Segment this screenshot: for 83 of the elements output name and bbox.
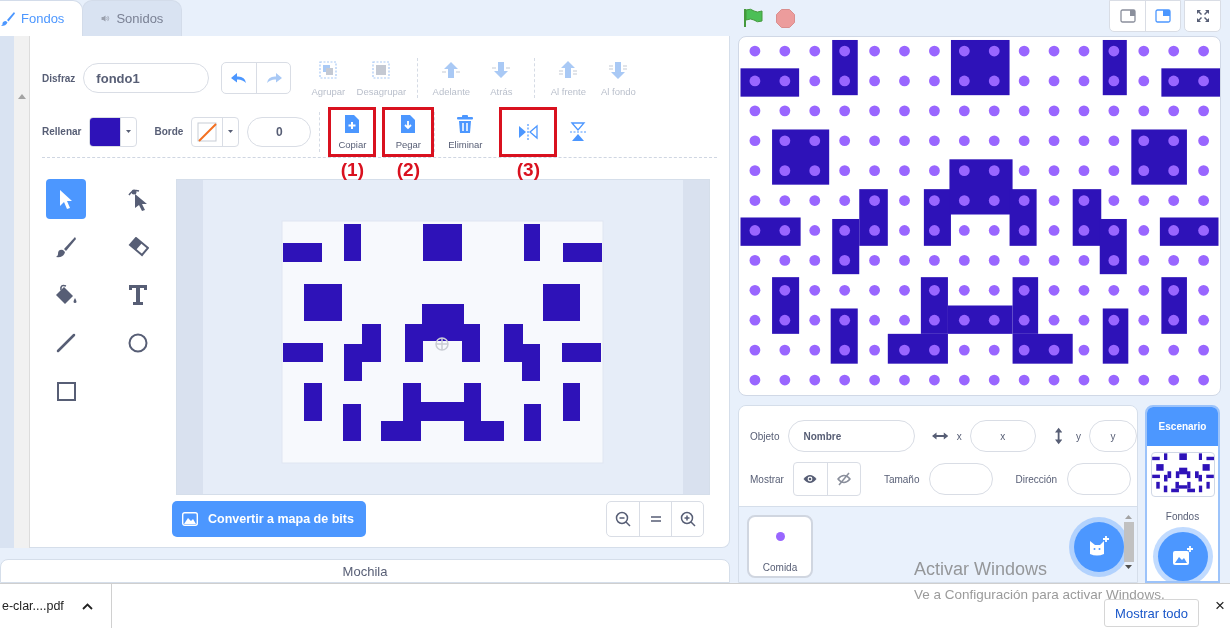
small-stage-icon	[1119, 9, 1136, 23]
crosshair-icon	[435, 337, 449, 351]
fullscreen-icon	[1195, 9, 1210, 23]
show-label: Mostrar	[750, 473, 784, 485]
up-arrow-icon	[557, 59, 580, 81]
no-color-icon	[196, 120, 219, 143]
fill-label: Rellenar	[42, 126, 82, 137]
zoom-in-icon	[679, 511, 696, 527]
maze-drawing	[1151, 453, 1214, 493]
caret-icon	[228, 130, 234, 133]
size-label: Tamaño	[883, 473, 920, 485]
x-field[interactable]: x	[969, 420, 1036, 452]
dot-icon	[775, 532, 785, 541]
text-tool-icon	[128, 284, 148, 306]
redo-icon	[265, 72, 282, 84]
caret-icon	[126, 130, 132, 133]
brush-icon	[55, 236, 77, 258]
eye-icon	[803, 474, 818, 484]
horizontal-arrows-icon	[932, 432, 949, 440]
paste-icon	[399, 113, 418, 134]
image-icon	[182, 512, 198, 526]
show-all-button[interactable]: Mostrar todo	[1104, 599, 1200, 627]
sprite-card[interactable]: Comida	[747, 515, 813, 578]
direction-label: Dirección	[1015, 473, 1058, 485]
fill-color-picker[interactable]	[89, 116, 138, 147]
tool-button[interactable]	[46, 179, 86, 219]
add-backdrop-button[interactable]	[1157, 531, 1208, 581]
outline-color-picker[interactable]	[191, 116, 240, 147]
paint-canvas[interactable]	[176, 179, 710, 495]
equals-icon	[649, 515, 662, 523]
sprite-name-field[interactable]: Nombre	[788, 420, 916, 452]
backpack-bar[interactable]: Mochila	[0, 559, 730, 583]
brush-icon	[1, 11, 15, 26]
zoom-out-icon	[615, 511, 631, 527]
download-file-name[interactable]: e-clar....pdf	[2, 599, 64, 613]
scroll-down-icon[interactable]	[1125, 565, 1132, 569]
annotation-label: (2)	[396, 158, 420, 181]
vertical-arrows-icon	[1054, 427, 1062, 445]
annotation-label: (1)	[340, 158, 364, 181]
line-icon	[56, 333, 76, 353]
outline-label: Borde	[154, 126, 184, 137]
y-field[interactable]: y	[1089, 420, 1137, 452]
stage-pane-title: Escenario	[1147, 407, 1218, 447]
costume-name-field[interactable]: fondo1	[83, 63, 210, 93]
circle-icon	[128, 333, 148, 353]
costume-label: Disfraz	[42, 72, 76, 84]
outline-width-field[interactable]: 0	[247, 116, 312, 147]
undo-icon	[231, 72, 248, 84]
annotation-label: (3)	[516, 158, 540, 181]
down-arrow-icon	[607, 59, 630, 81]
trash-icon	[456, 113, 475, 134]
paint-bucket-icon	[54, 284, 78, 306]
y-label: y	[1076, 430, 1081, 442]
group-icon	[317, 59, 340, 81]
x-label: x	[956, 430, 962, 442]
flip-vertical-icon	[570, 121, 587, 142]
arrow-cursor-icon	[59, 189, 73, 209]
image-plus-icon	[1171, 546, 1194, 567]
backdrops-label: Fondos	[1165, 510, 1200, 522]
activation-title: Activar Windows	[914, 559, 1048, 580]
down-arrow-icon	[490, 59, 513, 81]
close-button[interactable]: ×	[1215, 596, 1225, 616]
ungroup-icon	[370, 59, 393, 81]
speaker-icon	[101, 12, 111, 25]
flip-horizontal-icon	[518, 123, 539, 140]
copy-icon	[343, 113, 362, 134]
reshape-cursor-icon	[127, 187, 149, 211]
activation-message: Ve a Configuración para activar Windows.	[914, 587, 1165, 602]
flag-icon[interactable]	[743, 8, 763, 28]
caret-up-icon[interactable]	[81, 602, 93, 610]
sprite-label: Objeto	[750, 430, 780, 442]
size-field[interactable]	[929, 463, 994, 495]
add-sprite-button[interactable]	[1074, 522, 1124, 572]
eraser-icon	[127, 237, 149, 257]
rectangle-icon	[56, 381, 76, 401]
cat-plus-icon	[1088, 536, 1110, 558]
delete-button[interactable]: Eliminar	[441, 106, 490, 157]
maze-drawing[interactable]	[283, 224, 602, 441]
direction-field[interactable]	[1067, 463, 1132, 495]
eye-slash-icon	[836, 472, 851, 486]
backdrop-thumbnail[interactable]	[1150, 452, 1215, 497]
up-arrow-icon	[440, 59, 463, 81]
normal-stage-icon	[1155, 9, 1171, 23]
